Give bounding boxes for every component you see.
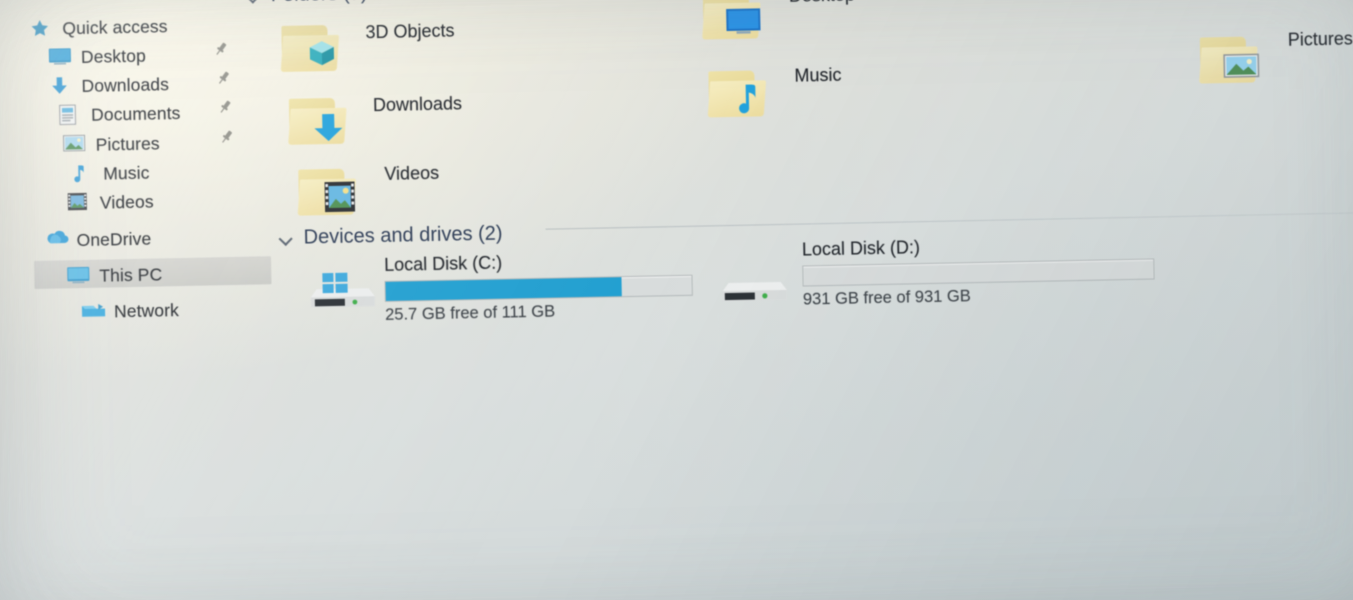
sidebar-item-pictures[interactable]: Pictures	[62, 129, 160, 159]
hard-drive-icon	[718, 266, 789, 307]
folder-item-pictures[interactable]: Pictures	[1198, 28, 1353, 85]
pin-icon[interactable]	[217, 99, 233, 115]
cube-emblem	[302, 35, 343, 72]
desktop-icon	[48, 46, 74, 69]
video-filmstrip-icon	[67, 192, 93, 215]
star-icon	[29, 18, 55, 41]
folder-item-downloads[interactable]: Downloads	[287, 91, 463, 147]
folder-label: Desktop	[789, 0, 855, 7]
drive-capacity-fill	[385, 277, 622, 301]
sidebar-item-label: Quick access	[62, 15, 168, 38]
photo-emblem	[1220, 46, 1261, 83]
onedrive-cloud-icon	[43, 229, 69, 252]
folder-icon	[296, 164, 359, 217]
folder-label: Videos	[384, 162, 440, 184]
sidebar-item-label: Network	[113, 299, 180, 321]
drive-name: Local Disk (C:)	[383, 252, 503, 275]
folder-icon	[287, 94, 350, 147]
folder-icon	[706, 66, 769, 119]
photograph-of-laptop-screen: Quick access Desktop Downloads Documents…	[0, 0, 1353, 600]
sidebar-item-label: Documents	[90, 102, 181, 125]
folder-item-videos[interactable]: Videos	[296, 163, 440, 218]
chevron-down-icon	[247, 0, 262, 4]
sidebar-item-this-pc[interactable]: This PC	[66, 260, 162, 290]
sidebar-item-label: Desktop	[80, 45, 147, 67]
drive-free-space: 25.7 GB free of 111 GB	[384, 302, 556, 324]
laptop-screen: Quick access Desktop Downloads Documents…	[0, 0, 1353, 600]
group-header-devices[interactable]: Devices and drives (2)	[279, 223, 502, 250]
group-title: Devices and drives (2)	[303, 222, 503, 249]
sidebar-item-network[interactable]: Network	[81, 296, 179, 326]
chevron-down-icon	[279, 231, 294, 246]
this-pc-icon	[66, 265, 92, 288]
downloads-arrow-icon	[48, 75, 74, 98]
sidebar-item-desktop[interactable]: Desktop	[48, 42, 146, 72]
folder-item-3d-objects[interactable]: 3D Objects	[279, 18, 455, 74]
network-icon	[81, 301, 107, 324]
drive-capacity-bar	[384, 274, 693, 302]
monitor-emblem	[723, 2, 764, 39]
folder-item-desktop[interactable]: Desktop	[701, 0, 856, 42]
drive-item-local-disk-d[interactable]: Local Disk (D:) 931 GB free of 931 GB	[802, 232, 1155, 309]
group-header-folders[interactable]: Folders (7)	[247, 0, 368, 8]
document-icon	[58, 104, 84, 127]
section-divider	[545, 212, 1353, 230]
drive-name: Local Disk (D:)	[801, 237, 921, 260]
folder-label: 3D Objects	[365, 20, 455, 43]
down-arrow-emblem	[309, 108, 350, 145]
folder-icon	[701, 0, 764, 42]
sidebar-item-videos[interactable]: Videos	[67, 188, 154, 218]
folder-icon	[1198, 32, 1261, 85]
navigation-pane[interactable]: Quick access Desktop Downloads Documents…	[1, 0, 303, 599]
group-title: Folders (7)	[271, 0, 368, 7]
pin-icon[interactable]	[218, 129, 234, 145]
drive-capacity-bar	[802, 258, 1155, 287]
sidebar-item-label: OneDrive	[76, 228, 152, 250]
sidebar-item-downloads[interactable]: Downloads	[48, 70, 169, 100]
music-note-emblem	[729, 80, 770, 117]
folder-icon	[279, 21, 342, 74]
sidebar-item-music[interactable]: Music	[70, 159, 150, 189]
folder-label: Music	[794, 64, 842, 86]
drive-item-local-disk-c[interactable]: Local Disk (C:) 25.7 GB free of 111 GB	[384, 249, 693, 325]
filmstrip-emblem	[318, 178, 359, 215]
windows-drive-icon	[306, 270, 377, 311]
sidebar-item-label: Music	[103, 162, 150, 184]
folder-item-music[interactable]: Music	[706, 65, 842, 120]
folder-label: Downloads	[372, 93, 463, 116]
file-explorer-window: Quick access Desktop Downloads Documents…	[1, 0, 1353, 599]
sidebar-item-label: Videos	[99, 191, 154, 213]
pin-icon[interactable]	[215, 70, 231, 86]
sidebar-item-quick-access[interactable]: Quick access	[29, 12, 168, 43]
sidebar-item-label: Pictures	[95, 132, 160, 155]
sidebar-item-onedrive[interactable]: OneDrive	[43, 225, 151, 255]
music-note-icon	[70, 163, 96, 186]
pin-icon[interactable]	[213, 41, 229, 57]
sidebar-item-label: Downloads	[81, 73, 170, 96]
drive-free-space: 931 GB free of 931 GB	[802, 287, 971, 309]
sidebar-item-label: This PC	[99, 263, 163, 286]
picture-icon	[62, 134, 88, 157]
sidebar-item-documents[interactable]: Documents	[58, 99, 181, 129]
folder-label: Pictures	[1287, 28, 1353, 50]
